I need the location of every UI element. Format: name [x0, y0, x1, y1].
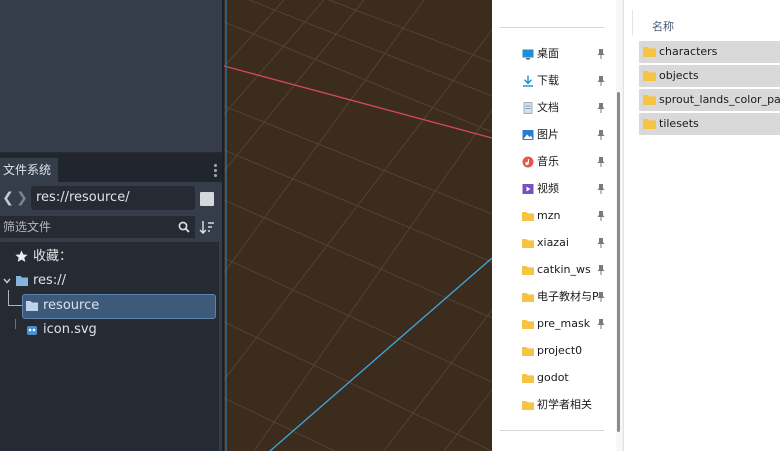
viewport-grid [224, 0, 492, 451]
folder-icon [643, 119, 656, 129]
divider [500, 27, 604, 28]
folder-icon [522, 212, 534, 221]
pin-icon[interactable] [596, 102, 606, 114]
pin-icon[interactable] [596, 264, 606, 276]
file-row-sprout-lands[interactable]: sprout_lands_color_pallet [639, 89, 780, 111]
folder-icon [16, 276, 28, 286]
z-axis-line [269, 257, 492, 451]
quick-access-pre-mask[interactable]: pre_mask [492, 313, 616, 335]
video-icon [522, 184, 534, 194]
pin-icon[interactable] [596, 183, 606, 195]
pin-icon[interactable] [596, 48, 606, 60]
quick-access-xiazai[interactable]: xiazai [492, 232, 616, 254]
download-icon [523, 75, 533, 87]
folder-icon [522, 401, 534, 410]
tree-favorites[interactable]: 收藏： [0, 245, 219, 269]
tree-root[interactable]: res:// [0, 269, 219, 293]
file-explorer-window: 桌面 下载 文档 图片 音乐 视频 mzn xiazai catkin_ws 电… [492, 0, 780, 451]
godot-left-dock: 文件系统 ❮ ❯ res://resource/ 筛选文件 收藏： res://… [0, 0, 224, 451]
pin-icon[interactable] [596, 210, 606, 222]
folder-icon [522, 266, 534, 275]
document-icon [523, 102, 533, 114]
quick-access-desktop[interactable]: 桌面 [492, 43, 616, 65]
tree-folder-resource[interactable]: resource [0, 294, 219, 318]
tree-file-icon-svg[interactable]: icon.svg [0, 318, 219, 342]
star-icon [15, 250, 28, 262]
file-row-characters[interactable]: characters [639, 41, 780, 63]
folder-icon [643, 47, 656, 57]
quick-access-pictures[interactable]: 图片 [492, 124, 616, 146]
quick-access-catkin-ws[interactable]: catkin_ws [492, 259, 616, 281]
filesystem-panel: ❮ ❯ res://resource/ 筛选文件 收藏： res:// reso… [0, 182, 222, 451]
file-row-tilesets[interactable]: tilesets [639, 113, 780, 135]
pictures-icon [522, 130, 534, 140]
pin-icon[interactable] [596, 291, 606, 303]
folder-icon [643, 71, 656, 81]
quick-access-music[interactable]: 音乐 [492, 151, 616, 173]
music-icon [522, 156, 534, 168]
godot-icon [27, 326, 37, 335]
desktop-icon [522, 49, 534, 60]
quick-access-godot[interactable]: godot [492, 367, 616, 389]
back-icon[interactable]: ❮ [2, 189, 14, 207]
split-view-icon[interactable] [200, 192, 214, 206]
column-separator [632, 10, 633, 36]
file-tree: 收藏： res:// resource icon.svg [0, 242, 219, 451]
quick-access-mzn[interactable]: mzn [492, 205, 616, 227]
quick-access-downloads[interactable]: 下载 [492, 70, 616, 92]
sort-icon[interactable] [199, 220, 215, 234]
folder-icon [522, 320, 534, 329]
folder-icon [522, 293, 534, 302]
path-field[interactable]: res://resource/ [31, 186, 195, 210]
chevron-down-icon[interactable] [3, 278, 11, 284]
navigation-pane: 桌面 下载 文档 图片 音乐 视频 mzn xiazai catkin_ws 电… [492, 0, 622, 451]
folder-icon [522, 374, 534, 383]
folder-icon [522, 239, 534, 248]
3d-viewport[interactable] [224, 0, 492, 451]
pin-icon[interactable] [596, 318, 606, 330]
quick-access-beginner[interactable]: 初学者相关 [492, 394, 616, 416]
filesystem-tabbar: 文件系统 [0, 158, 222, 182]
divider [500, 430, 604, 431]
folder-icon [643, 95, 656, 105]
folder-icon [26, 301, 38, 311]
file-row-objects[interactable]: objects [639, 65, 780, 87]
tab-filesystem[interactable]: 文件系统 [0, 158, 58, 182]
scene-panel [0, 0, 222, 153]
search-icon[interactable] [178, 221, 190, 233]
file-list: 名称 characters objects sprout_lands_color… [624, 0, 780, 451]
tab-menu-icon[interactable] [212, 162, 218, 178]
quick-access-videos[interactable]: 视频 [492, 178, 616, 200]
column-header-name[interactable]: 名称 [652, 18, 674, 34]
quick-access-documents[interactable]: 文档 [492, 97, 616, 119]
folder-icon [522, 347, 534, 356]
nav-scrollbar[interactable] [616, 0, 622, 451]
quick-access-project0[interactable]: project0 [492, 340, 616, 362]
pin-icon[interactable] [596, 156, 606, 168]
pin-icon[interactable] [596, 75, 606, 87]
forward-icon[interactable]: ❯ [16, 189, 28, 207]
quick-access-textbooks[interactable]: 电子教材与PI [492, 286, 616, 308]
pin-icon[interactable] [596, 237, 606, 249]
filter-files-input[interactable]: 筛选文件 [0, 216, 195, 238]
pin-icon[interactable] [596, 129, 606, 141]
scrollbar-thumb[interactable] [617, 92, 620, 432]
